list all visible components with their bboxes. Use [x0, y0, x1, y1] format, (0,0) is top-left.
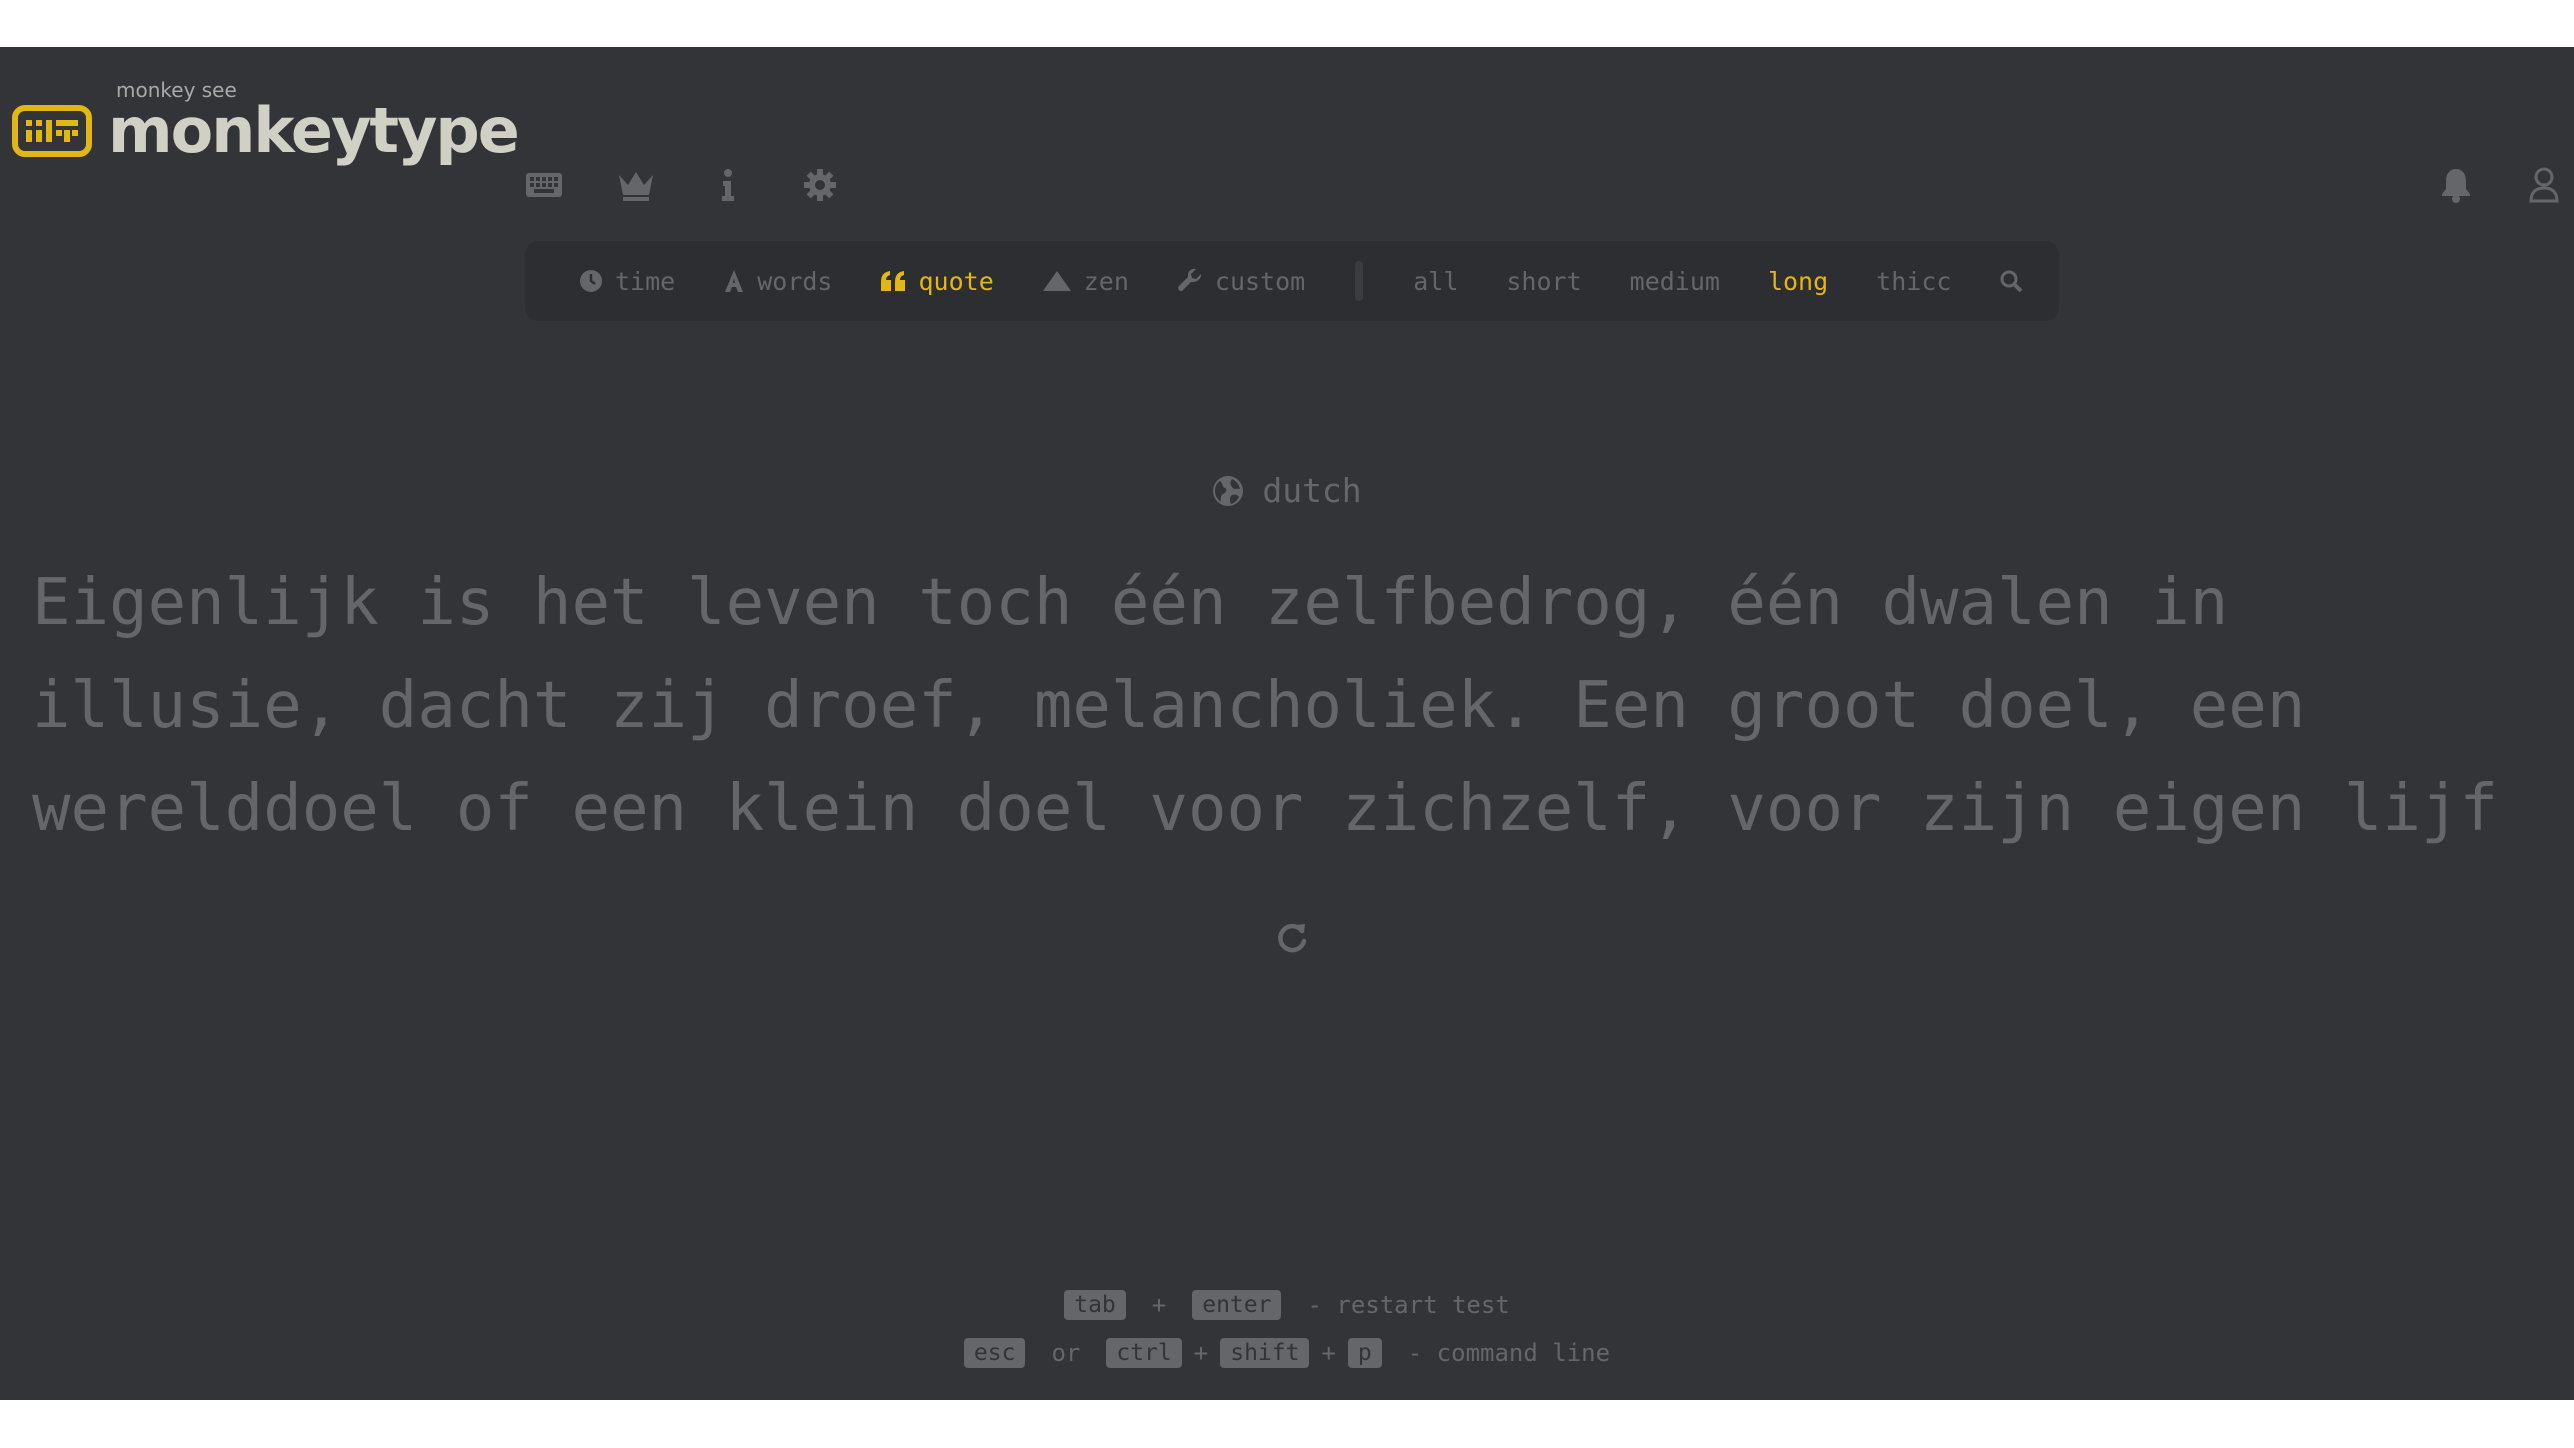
mode-words-label: words	[757, 266, 833, 296]
length-short-button[interactable]: short	[1506, 267, 1581, 296]
length-medium-button[interactable]: medium	[1630, 267, 1720, 296]
mountain-icon	[1042, 271, 1071, 291]
restart-test-button[interactable]	[1272, 919, 1312, 959]
user-icon[interactable]	[2524, 165, 2564, 205]
keyboard-icon[interactable]	[524, 165, 564, 205]
language-button[interactable]: dutch	[0, 471, 2574, 510]
globe-icon	[1213, 475, 1244, 506]
logo-text: monkey see monkeytype	[108, 78, 520, 167]
tip-plus: +	[1193, 1339, 1209, 1367]
restart-icon	[1278, 923, 1307, 953]
mode-quote-label: quote	[918, 266, 994, 296]
gear-icon[interactable]	[800, 165, 840, 205]
monkeytype-logo-icon	[12, 105, 92, 157]
mode-time-label: time	[615, 266, 676, 296]
mode-group: time words quote zen custom	[579, 267, 1305, 296]
mode-quote-button[interactable]: quote	[880, 266, 994, 296]
tip-restart-desc: - restart test	[1307, 1291, 1510, 1319]
app-root: monkey see monkeytype time words quote z…	[0, 47, 2574, 1400]
mode-custom-label: custom	[1214, 266, 1306, 296]
language-label: dutch	[1262, 471, 1362, 510]
crown-icon[interactable]	[616, 165, 656, 205]
mode-words-button[interactable]: words	[723, 267, 832, 296]
mode-time-button[interactable]: time	[579, 267, 675, 296]
info-icon[interactable]	[708, 165, 748, 205]
account-nav	[2436, 165, 2564, 205]
key-ctrl: ctrl	[1106, 1338, 1182, 1368]
words-line: werelddoel of een klein doel voor zichze…	[32, 772, 2498, 846]
key-shift: shift	[1220, 1338, 1310, 1368]
clock-icon	[580, 270, 602, 292]
tip-or: or	[1051, 1339, 1081, 1367]
tip-command-desc: - command line	[1407, 1339, 1611, 1367]
length-thicc-button[interactable]: thicc	[1876, 267, 1951, 296]
mode-custom-button[interactable]: custom	[1177, 267, 1305, 296]
key-esc: esc	[963, 1338, 1026, 1368]
words-line: Eigenlijk is het leven toch één zelfbedr…	[32, 566, 2229, 640]
top-nav	[524, 165, 840, 205]
length-all-button[interactable]: all	[1413, 267, 1458, 296]
test-config-bar: time words quote zen custom all short me…	[525, 241, 2059, 321]
tip-plus: +	[1321, 1339, 1336, 1367]
words-area[interactable]: Eigenlijk is het leven toch één zelfbedr…	[32, 552, 2542, 861]
wrench-icon	[1178, 268, 1202, 292]
quote-length-group: all short medium long thicc	[1413, 267, 2023, 296]
logo[interactable]: monkey see monkeytype	[12, 78, 520, 171]
logo-subtitle: monkey see	[116, 78, 237, 102]
key-p: p	[1347, 1338, 1382, 1368]
mode-zen-button[interactable]: zen	[1042, 267, 1129, 296]
logo-title: monkeytype	[108, 94, 520, 167]
tip-plus: +	[1151, 1291, 1167, 1319]
bell-icon[interactable]	[2436, 165, 2476, 205]
quote-icon	[881, 271, 906, 291]
key-tab: tab	[1064, 1290, 1126, 1320]
tip-restart: tab + enter - restart test	[0, 1281, 2574, 1329]
mode-zen-label: zen	[1083, 266, 1129, 296]
tip-command-line: esc or ctrl + shift + p - command line	[0, 1329, 2574, 1377]
length-long-button[interactable]: long	[1768, 267, 1828, 296]
keyboard-tips: tab + enter - restart test esc or ctrl +…	[0, 1281, 2574, 1377]
font-a-icon	[725, 270, 744, 292]
words-line: illusie, dacht zij droef, melancholiek. …	[32, 669, 2306, 743]
search-icon	[2000, 270, 2023, 293]
quote-search-button[interactable]	[1999, 269, 2023, 293]
config-divider	[1355, 261, 1364, 301]
key-enter: enter	[1192, 1290, 1282, 1320]
